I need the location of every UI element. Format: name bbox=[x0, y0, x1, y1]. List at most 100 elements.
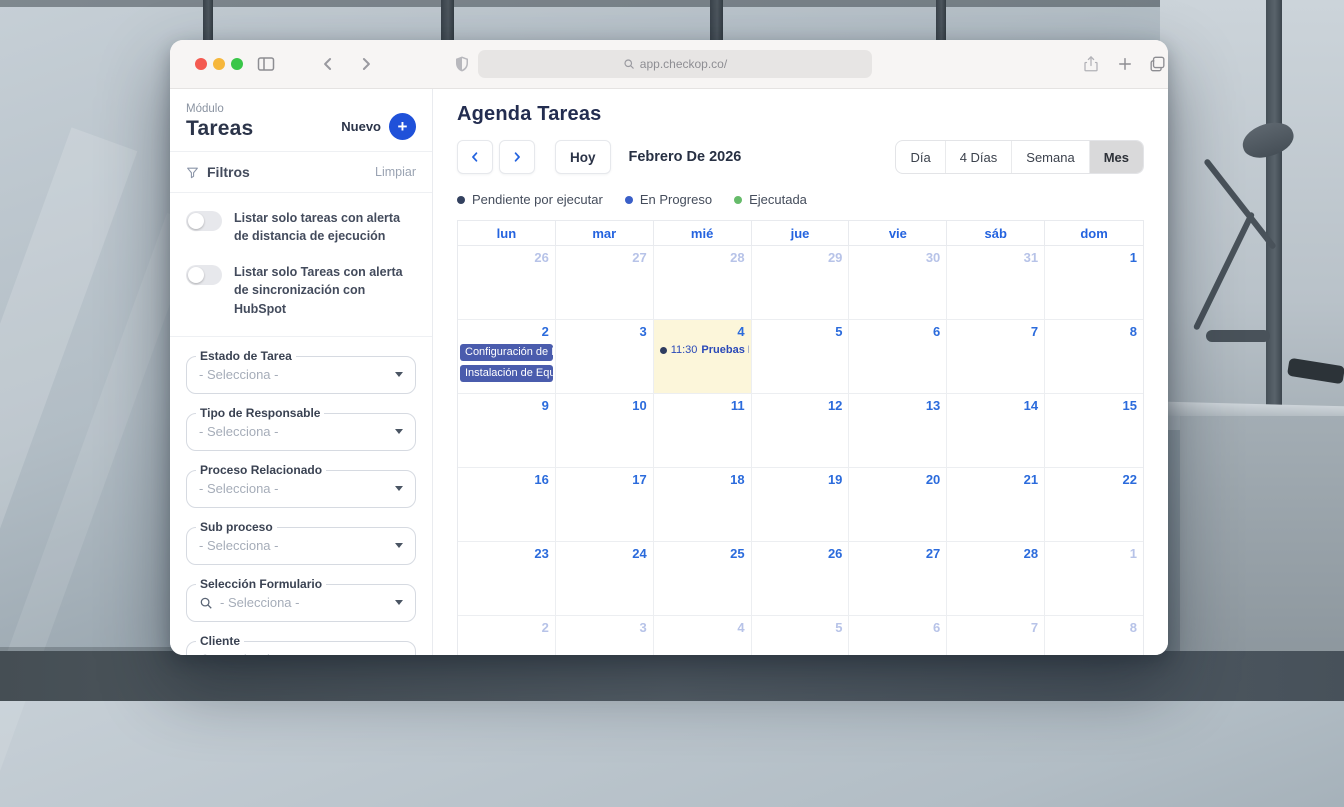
calendar-day-cell[interactable]: 31 bbox=[947, 246, 1045, 320]
filter-select[interactable]: Estado de Tarea - Selecciona - bbox=[186, 356, 416, 394]
calendar-day-cell[interactable]: 24 bbox=[556, 542, 654, 616]
calendar-day-cell[interactable]: 6 bbox=[849, 616, 947, 655]
event-status-dot bbox=[660, 347, 667, 354]
calendar-day-cell[interactable]: 13 bbox=[849, 394, 947, 468]
calendar-day-cell[interactable]: 2 bbox=[458, 616, 556, 655]
floor bbox=[0, 651, 1344, 701]
calendar-day-cell[interactable]: 4 bbox=[654, 616, 752, 655]
day-number: 25 bbox=[730, 546, 744, 561]
filter-select[interactable]: Sub proceso - Selecciona - bbox=[186, 527, 416, 565]
select-label: Sub proceso bbox=[196, 520, 277, 534]
calendar-day-cell[interactable]: 30 bbox=[849, 246, 947, 320]
calendar-day-cell[interactable]: 27 bbox=[849, 542, 947, 616]
calendar-day-cell[interactable]: 7 bbox=[947, 616, 1045, 655]
filters-header[interactable]: Filtros Limpiar bbox=[186, 152, 416, 192]
share-icon[interactable] bbox=[1082, 54, 1100, 79]
filter-select[interactable]: Proceso Relacionado - Selecciona - bbox=[186, 470, 416, 508]
view-button-semana[interactable]: Semana bbox=[1011, 141, 1088, 173]
legend-label: En Progreso bbox=[640, 192, 712, 207]
select-label: Tipo de Responsable bbox=[196, 406, 324, 420]
day-number: 9 bbox=[542, 398, 549, 413]
calendar-day-cell[interactable]: 17 bbox=[556, 468, 654, 542]
window-mullion bbox=[1266, 0, 1282, 440]
day-number: 10 bbox=[632, 398, 646, 413]
calendar-day-cell[interactable]: 20 bbox=[849, 468, 947, 542]
task-event-chip[interactable]: Instalación de Equipos bbox=[460, 365, 553, 382]
day-number: 11 bbox=[731, 398, 745, 413]
shield-privacy-icon[interactable] bbox=[453, 54, 471, 79]
calendar-day-cell[interactable]: 12 bbox=[752, 394, 850, 468]
address-bar[interactable]: app.checkop.co/ bbox=[478, 50, 872, 78]
next-month-button[interactable] bbox=[499, 140, 535, 174]
calendar-day-cell[interactable]: 26 bbox=[752, 542, 850, 616]
toggle-switch[interactable] bbox=[186, 265, 222, 285]
calendar-day-cell[interactable]: 22 bbox=[1045, 468, 1143, 542]
filters-title: Filtros bbox=[207, 164, 250, 180]
toggle-switch[interactable] bbox=[186, 211, 222, 231]
day-number: 2 bbox=[542, 620, 549, 635]
today-button[interactable]: Hoy bbox=[555, 140, 611, 174]
calendar-day-cell[interactable]: 5 bbox=[752, 616, 850, 655]
new-task-button[interactable]: + bbox=[389, 113, 416, 140]
back-button[interactable] bbox=[318, 54, 338, 79]
calendar-day-cell[interactable]: 19 bbox=[752, 468, 850, 542]
current-month-label: Febrero De 2026 bbox=[629, 149, 742, 165]
new-tab-icon[interactable] bbox=[1116, 54, 1134, 79]
calendar-day-cell[interactable]: 8 bbox=[1045, 320, 1143, 394]
browser-sidebar-icon[interactable] bbox=[256, 54, 276, 79]
minimize-window-button[interactable] bbox=[213, 58, 225, 70]
calendar-day-cell[interactable]: 28 bbox=[947, 542, 1045, 616]
prev-month-button[interactable] bbox=[457, 140, 493, 174]
calendar-day-cell[interactable]: 29 bbox=[752, 246, 850, 320]
view-button-mes[interactable]: Mes bbox=[1089, 141, 1143, 173]
filter-select[interactable]: Selección Formulario - Selecciona - bbox=[186, 584, 416, 622]
view-button-4-días[interactable]: 4 Días bbox=[945, 141, 1012, 173]
calendar-day-cell[interactable]: 14 bbox=[947, 394, 1045, 468]
view-button-día[interactable]: Día bbox=[896, 141, 944, 173]
zoom-window-button[interactable] bbox=[231, 58, 243, 70]
calendar-day-cell[interactable]: 3 bbox=[556, 320, 654, 394]
calendar-day-cell[interactable]: 3 bbox=[556, 616, 654, 655]
filters-sidebar: Módulo Tareas Nuevo + Filtros Limpiar Li… bbox=[170, 89, 433, 655]
calendar-day-cell[interactable]: 411:30Pruebas Funcionales bbox=[654, 320, 752, 394]
status-dot bbox=[625, 196, 633, 204]
module-title: Tareas bbox=[186, 117, 253, 141]
day-number: 6 bbox=[933, 620, 940, 635]
calendar-day-cell[interactable]: 18 bbox=[654, 468, 752, 542]
calendar-day-cell[interactable]: 7 bbox=[947, 320, 1045, 394]
close-window-button[interactable] bbox=[195, 58, 207, 70]
calendar-day-cell[interactable]: 5 bbox=[752, 320, 850, 394]
tab-overview-icon[interactable] bbox=[1148, 54, 1167, 79]
calendar-day-cell[interactable]: 8 bbox=[1045, 616, 1143, 655]
day-number: 30 bbox=[926, 250, 940, 265]
calendar-day-cell[interactable]: 15 bbox=[1045, 394, 1143, 468]
calendar-day-cell[interactable]: 1 bbox=[1045, 246, 1143, 320]
calendar-day-cell[interactable]: 26 bbox=[458, 246, 556, 320]
task-event-chip[interactable]: Configuración de Equipos bbox=[460, 344, 553, 361]
day-number: 26 bbox=[828, 546, 842, 561]
forward-button[interactable] bbox=[356, 54, 376, 79]
status-legend: Pendiente por ejecutarEn ProgresoEjecuta… bbox=[457, 192, 1144, 207]
filter-select[interactable]: Cliente - Selecciona - bbox=[186, 641, 416, 655]
chevron-down-icon bbox=[395, 600, 403, 605]
calendar-day-cell[interactable]: 23 bbox=[458, 542, 556, 616]
day-number: 7 bbox=[1031, 324, 1038, 339]
browser-window: app.checkop.co/ Módulo Tareas Nuevo + bbox=[170, 40, 1168, 655]
calendar-day-cell[interactable]: 11 bbox=[654, 394, 752, 468]
filter-select[interactable]: Tipo de Responsable - Selecciona - bbox=[186, 413, 416, 451]
toggle-filters: Listar solo tareas con alerta de distanc… bbox=[186, 209, 416, 318]
day-number: 28 bbox=[1024, 546, 1038, 561]
clear-filters-link[interactable]: Limpiar bbox=[375, 165, 416, 179]
calendar-day-cell[interactable]: 28 bbox=[654, 246, 752, 320]
calendar-day-cell[interactable]: 21 bbox=[947, 468, 1045, 542]
calendar-day-cell[interactable]: 10 bbox=[556, 394, 654, 468]
task-event-timed[interactable]: 11:30Pruebas Funcionales bbox=[656, 344, 749, 356]
calendar-day-cell[interactable]: 6 bbox=[849, 320, 947, 394]
calendar-day-cell[interactable]: 16 bbox=[458, 468, 556, 542]
filter-funnel-icon bbox=[186, 166, 199, 179]
calendar-day-cell[interactable]: 27 bbox=[556, 246, 654, 320]
calendar-day-cell[interactable]: 2Configuración de EquiposInstalación de … bbox=[458, 320, 556, 394]
calendar-day-cell[interactable]: 1 bbox=[1045, 542, 1143, 616]
calendar-day-cell[interactable]: 25 bbox=[654, 542, 752, 616]
calendar-day-cell[interactable]: 9 bbox=[458, 394, 556, 468]
